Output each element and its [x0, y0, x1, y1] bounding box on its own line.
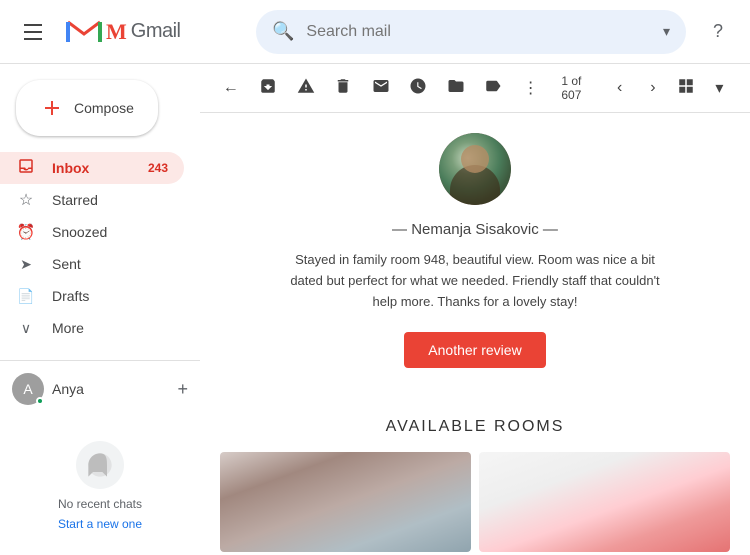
clock-icon: ⏰	[16, 223, 36, 241]
sidebar-nav: Inbox 243 ☆ Starred ⏰ Snoozed ➤ Sent 📄 D…	[0, 152, 200, 344]
move-to-button[interactable]	[441, 72, 470, 104]
drafts-icon: 📄	[16, 288, 36, 305]
reviewer-avatar	[439, 133, 511, 205]
email-toolbar: ←	[200, 64, 750, 113]
gmail-logo: M Gmail	[66, 18, 181, 46]
next-icon: ›	[650, 79, 655, 97]
grid-view-button[interactable]	[672, 72, 701, 104]
inbox-icon	[16, 157, 36, 180]
compose-plus-icon	[40, 96, 64, 120]
sidebar-item-starred[interactable]: ☆ Starred	[0, 184, 184, 216]
inbox-label: Inbox	[52, 160, 89, 176]
search-bar[interactable]: 🔍 ▾	[256, 10, 686, 54]
chat-avatar: A	[12, 373, 44, 405]
sent-label: Sent	[52, 256, 81, 272]
sidebar-item-inbox[interactable]: Inbox 243	[0, 152, 184, 184]
online-indicator	[36, 397, 44, 405]
chat-user-row: A Anya +	[0, 373, 200, 413]
dropdown-icon: ▾	[715, 78, 723, 98]
start-new-chat-link[interactable]: Start a new one	[58, 517, 142, 531]
pagination: 1 of 607 ‹ › ▾	[561, 72, 734, 104]
chat-username: Anya	[52, 381, 84, 397]
sidebar: Compose Inbox 243 ☆ Starred ⏰ Snoozed	[0, 64, 200, 555]
back-icon: ←	[223, 79, 239, 97]
search-icon: 🔍	[272, 21, 294, 42]
rooms-grid	[220, 452, 730, 552]
send-icon: ➤	[16, 256, 36, 273]
review-text: Stayed in family room 948, beautiful vie…	[285, 250, 665, 312]
ghost-icon	[76, 441, 124, 489]
available-rooms-title: AVAILABLE ROOMS	[220, 418, 730, 436]
star-icon: ☆	[16, 190, 36, 210]
search-chevron-icon[interactable]: ▾	[663, 23, 670, 40]
prev-page-button[interactable]: ‹	[605, 72, 634, 104]
report-button[interactable]	[291, 72, 320, 104]
no-recent-chats: No recent chats Start a new one	[0, 421, 200, 541]
reviewer-name: — Nemanja Sisakovic —	[392, 221, 558, 238]
room-card-1[interactable]	[220, 452, 471, 552]
review-section: — Nemanja Sisakovic — Stayed in family r…	[200, 113, 750, 398]
room-card-2[interactable]	[479, 452, 730, 552]
snoozed-label: Snoozed	[52, 224, 107, 240]
search-input[interactable]	[306, 23, 651, 41]
available-rooms-section: AVAILABLE ROOMS	[200, 398, 750, 552]
pagination-text: 1 of 607	[561, 74, 601, 102]
another-review-button[interactable]: Another review	[404, 332, 545, 368]
archive-button[interactable]	[253, 72, 282, 104]
hamburger-menu[interactable]	[16, 16, 50, 48]
snooze-icon	[409, 77, 427, 100]
compose-button[interactable]: Compose	[16, 80, 158, 136]
content-area: ←	[200, 64, 750, 555]
header-right: ?	[702, 16, 734, 48]
question-mark-icon: ?	[713, 21, 723, 42]
email-content: — Nemanja Sisakovic — Stayed in family r…	[200, 113, 750, 555]
report-icon	[297, 77, 315, 100]
delete-button[interactable]	[328, 72, 357, 104]
grid-chevron-button[interactable]: ▾	[705, 72, 734, 104]
sidebar-item-sent[interactable]: ➤ Sent	[0, 248, 184, 280]
chat-section: A Anya + No recent chats Start a new one	[0, 360, 200, 541]
chevron-down-icon: ∨	[16, 320, 36, 337]
label-icon	[484, 77, 502, 100]
gmail-m-letter: M	[106, 19, 127, 45]
starred-label: Starred	[52, 192, 98, 208]
email-button[interactable]	[366, 72, 395, 104]
back-button[interactable]: ←	[216, 72, 245, 104]
prev-icon: ‹	[617, 79, 622, 97]
more-label: More	[52, 320, 84, 336]
help-button[interactable]: ?	[702, 16, 734, 48]
snooze-button[interactable]	[403, 72, 432, 104]
gmail-logo-icon	[66, 18, 102, 46]
next-page-button[interactable]: ›	[638, 72, 667, 104]
delete-icon	[334, 77, 352, 100]
grid-icon	[677, 77, 695, 100]
gmail-label: Gmail	[131, 20, 181, 43]
sidebar-item-more[interactable]: ∨ More	[0, 312, 184, 344]
more-vertical-icon: ⋮	[523, 78, 539, 98]
compose-label: Compose	[74, 100, 134, 116]
header: M Gmail 🔍 ▾ ?	[0, 0, 750, 64]
inbox-badge: 243	[148, 161, 168, 175]
header-left: M Gmail	[16, 16, 256, 48]
label-button[interactable]	[478, 72, 507, 104]
email-icon	[372, 77, 390, 100]
main-layout: Compose Inbox 243 ☆ Starred ⏰ Snoozed	[0, 64, 750, 555]
sidebar-item-drafts[interactable]: 📄 Drafts	[0, 280, 184, 312]
avatar-initial: A	[23, 381, 32, 397]
folder-icon	[447, 77, 465, 100]
more-options-button[interactable]: ⋮	[516, 72, 545, 104]
reviewer-avatar-image	[439, 133, 511, 205]
add-chat-button[interactable]: +	[177, 379, 188, 400]
drafts-label: Drafts	[52, 288, 89, 304]
archive-icon	[259, 77, 277, 100]
no-chats-text: No recent chats	[8, 497, 192, 511]
sidebar-item-snoozed[interactable]: ⏰ Snoozed	[0, 216, 184, 248]
